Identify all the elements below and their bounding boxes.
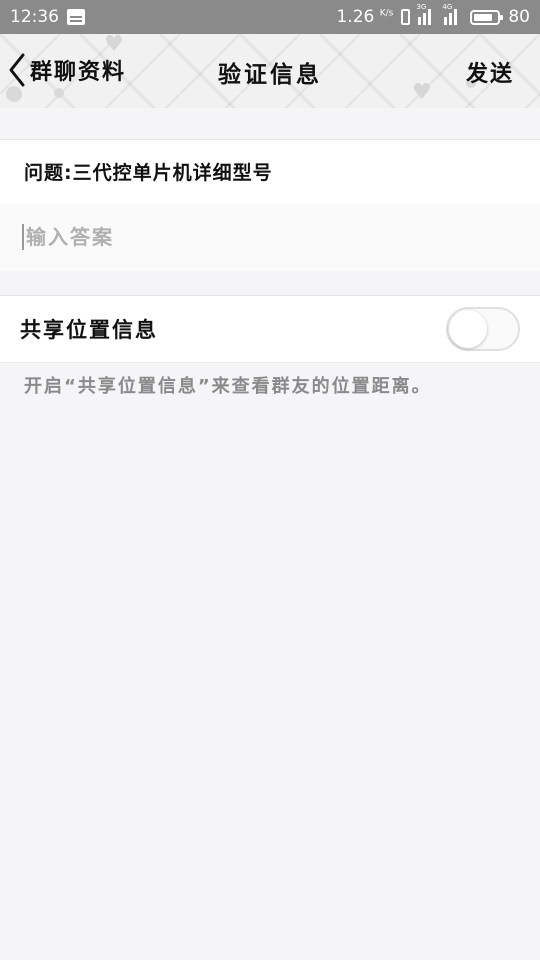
share-location-row: 共享位置信息 bbox=[0, 295, 540, 363]
share-location-hint: 开启“共享位置信息”来查看群友的位置距离。 bbox=[24, 376, 432, 397]
clock: 12:36 bbox=[10, 7, 59, 27]
share-location-toggle[interactable] bbox=[446, 307, 520, 351]
status-bar-left: 12:36 bbox=[10, 7, 85, 27]
question-text: 问题:三代控单片机详细型号 bbox=[24, 162, 273, 184]
network-speed-unit: K/s bbox=[379, 8, 394, 19]
vibrate-icon bbox=[401, 9, 411, 25]
title-bar: ♥ ♥ 群聊资料 验证信息 发送 bbox=[0, 32, 540, 108]
send-button[interactable]: 发送 bbox=[466, 56, 514, 88]
battery-level: 80 bbox=[508, 7, 530, 27]
signal-3g-icon: 3G bbox=[416, 3, 436, 25]
network-speed-value: 1.26 bbox=[336, 7, 375, 27]
question-row: 问题:三代控单片机详细型号 bbox=[0, 139, 540, 203]
status-bar: 12:36 1.26 K/s 3G 4G 80 bbox=[0, 0, 540, 34]
answer-input[interactable] bbox=[22, 224, 508, 250]
battery-icon bbox=[470, 9, 504, 25]
page-title: 验证信息 bbox=[218, 62, 322, 88]
answer-row[interactable] bbox=[0, 203, 540, 271]
signal-4g-icon: 4G bbox=[442, 3, 462, 25]
network-speed: 1.26 K/s bbox=[336, 7, 393, 27]
signal-4g-tag: 4G bbox=[442, 3, 453, 11]
news-icon bbox=[67, 9, 85, 25]
status-bar-right: 1.26 K/s 3G 4G 80 bbox=[336, 3, 530, 27]
toggle-knob bbox=[449, 310, 487, 348]
share-location-label: 共享位置信息 bbox=[20, 318, 158, 342]
signal-3g-tag: 3G bbox=[416, 3, 427, 11]
